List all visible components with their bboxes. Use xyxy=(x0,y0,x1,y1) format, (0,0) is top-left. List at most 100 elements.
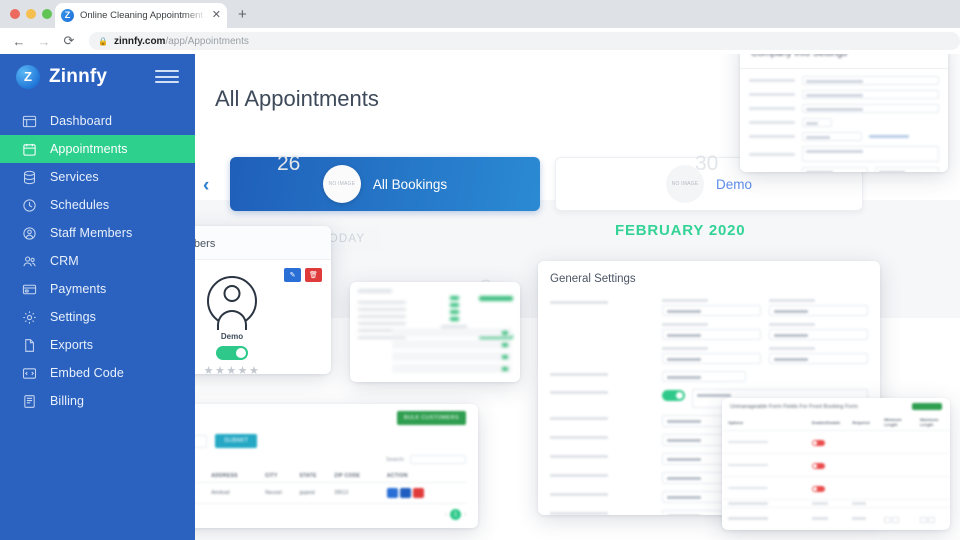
column-header[interactable]: ZIP CODE xyxy=(334,470,387,483)
sidebar-item-label: Billing xyxy=(50,394,85,408)
form-fields-table: Options Enable/Disable Required Minimum … xyxy=(722,414,950,530)
calendar-day[interactable]: 30 xyxy=(695,152,718,176)
toggle[interactable] xyxy=(811,440,825,446)
sidebar-item-staff-members[interactable]: Staff Members xyxy=(0,219,195,247)
card-body: Options Enable/Disable Required Minimum … xyxy=(722,414,950,530)
table-row xyxy=(722,499,950,508)
close-icon[interactable]: ✕ xyxy=(212,10,221,21)
browser-tab-title: Online Cleaning Appointment B xyxy=(80,10,206,21)
sidebar-item-label: Exports xyxy=(50,338,94,352)
sidebar-item-schedules[interactable]: Schedules xyxy=(0,191,195,219)
sidebar-item-appointments[interactable]: Appointments xyxy=(0,135,195,163)
edit-icon[interactable] xyxy=(399,488,411,498)
reload-icon[interactable]: ⟳ xyxy=(58,30,80,52)
sidebar-item-payments[interactable]: Payments xyxy=(0,275,195,303)
submit-button[interactable]: SUBMIT xyxy=(215,434,258,448)
table-header-row: Options Enable/Disable Required Minimum … xyxy=(722,414,950,431)
sidebar-item-settings[interactable]: Settings xyxy=(0,303,195,331)
back-icon[interactable]: ← xyxy=(8,30,30,52)
sidebar-item-label: CRM xyxy=(50,254,79,268)
screenshot-root: Z Online Cleaning Appointment B ✕ + ← → … xyxy=(0,0,960,540)
close-window-button[interactable] xyxy=(10,9,20,19)
invoice-icon xyxy=(22,394,37,409)
maximize-window-button[interactable] xyxy=(42,9,52,19)
carousel-prev-icon[interactable]: ‹ xyxy=(203,175,209,197)
sidebar-item-label: Embed Code xyxy=(50,366,124,380)
card-title: General Settings xyxy=(550,273,636,285)
card-booking-form-preview[interactable] xyxy=(350,282,520,382)
column-header: Enable/Disable xyxy=(805,414,847,431)
toggle[interactable] xyxy=(662,390,685,401)
card-body xyxy=(350,282,520,382)
view-icon[interactable] xyxy=(386,488,398,498)
cell-actions xyxy=(386,482,466,504)
toggle[interactable] xyxy=(811,463,825,469)
table-row xyxy=(722,430,950,454)
cell-city: Navsari xyxy=(265,482,300,504)
search-input[interactable] xyxy=(410,455,466,464)
cell-state: gujarat xyxy=(299,482,335,504)
pagination-next[interactable]: › xyxy=(464,512,466,518)
toggle[interactable] xyxy=(811,486,825,492)
column-header: Required xyxy=(846,414,879,431)
lock-icon: 🔒 xyxy=(98,36,108,46)
card-header: General Settings xyxy=(538,261,880,295)
form-row xyxy=(749,167,939,172)
calendar-icon xyxy=(22,142,37,157)
bulk-customers-button[interactable]: BULK CUSTOMERS xyxy=(396,411,466,425)
sidebar-item-label: Settings xyxy=(50,310,96,324)
database-icon xyxy=(22,170,37,185)
brand[interactable]: Z Zinnfy xyxy=(0,54,195,99)
table-row xyxy=(722,453,950,477)
cell-zip: 39513 xyxy=(334,482,387,504)
delete-icon[interactable] xyxy=(412,488,424,498)
browser-tab[interactable]: Z Online Cleaning Appointment B ✕ xyxy=(55,3,227,28)
tab-all-bookings-label: All Bookings xyxy=(372,176,448,192)
column-header[interactable]: STATE xyxy=(299,470,335,483)
search-label: Search: xyxy=(386,456,405,463)
sidebar-item-exports[interactable]: Exports xyxy=(0,331,195,359)
form-row xyxy=(749,132,939,141)
staff-active-toggle[interactable] xyxy=(216,346,248,360)
address-bar[interactable]: 🔒 zinnfy.com/app/Appointments xyxy=(89,32,960,50)
tab-demo-label: Demo xyxy=(715,176,752,192)
sidebar-item-services[interactable]: Services xyxy=(0,163,195,191)
window-traffic-lights[interactable] xyxy=(10,9,52,19)
form-toggle-rows xyxy=(392,328,512,376)
forward-icon[interactable]: → xyxy=(33,30,55,52)
sidebar-item-crm[interactable]: CRM xyxy=(0,247,195,275)
column-header[interactable]: ADDRESS xyxy=(211,470,266,483)
sidebar-item-label: Staff Members xyxy=(50,226,133,240)
dashboard-icon xyxy=(22,114,37,129)
clock-icon xyxy=(22,198,37,213)
new-tab-icon[interactable]: + xyxy=(238,5,247,24)
pagination[interactable]: ‹ 1 › xyxy=(445,509,466,520)
pagination-current[interactable]: 1 xyxy=(450,509,461,520)
browser-tabstrip: Z Online Cleaning Appointment B ✕ + xyxy=(0,0,960,28)
settings-row xyxy=(550,347,868,364)
pagination-prev[interactable]: ‹ xyxy=(445,512,447,518)
delete-icon[interactable]: 🗑 xyxy=(305,268,322,282)
save-button[interactable] xyxy=(912,403,942,410)
user-circle-icon xyxy=(22,226,37,241)
sidebar-item-embed-code[interactable]: Embed Code xyxy=(0,359,195,387)
logo-icon: Z xyxy=(16,64,40,89)
card-header: Unmanageable Form Fields For Front Booki… xyxy=(722,398,950,414)
hamburger-menu-icon[interactable] xyxy=(155,70,179,83)
address-bar-url: zinnfy.com/app/Appointments xyxy=(114,36,249,47)
staff-row-actions[interactable]: ✎ 🗑 xyxy=(284,268,322,282)
card-unmanageable-form-fields[interactable]: Unmanageable Form Fields For Front Booki… xyxy=(722,398,950,530)
avatar xyxy=(207,276,257,330)
minimize-window-button[interactable] xyxy=(26,9,36,19)
browser-toolbar: ← → ⟳ 🔒 zinnfy.com/app/Appointments xyxy=(0,28,960,54)
edit-icon[interactable]: ✎ xyxy=(284,268,301,282)
column-header[interactable]: CITY xyxy=(265,470,300,483)
sidebar-item-billing[interactable]: Billing xyxy=(0,387,195,415)
card-company-info-settings[interactable]: Company Info Settings NO IMAGE xyxy=(740,35,948,172)
calendar-day[interactable]: 26 xyxy=(277,152,300,176)
page-title: All Appointments xyxy=(215,86,379,111)
sidebar-item-dashboard[interactable]: Dashboard xyxy=(0,107,195,135)
embed-icon xyxy=(22,366,37,381)
brand-name: Zinnfy xyxy=(49,65,108,87)
table-row xyxy=(722,507,950,530)
